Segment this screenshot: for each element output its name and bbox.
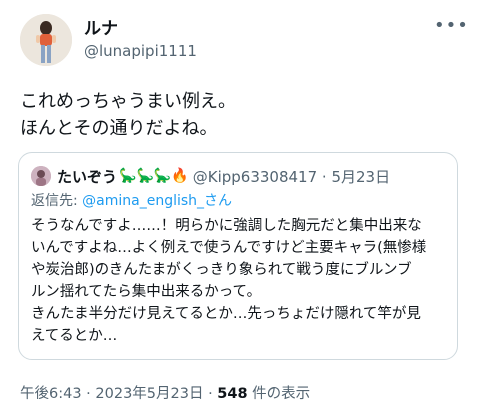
reply-mention: @amina_english_さん	[82, 193, 233, 209]
reply-to-line: 返信先: @amina_english_さん	[31, 191, 232, 211]
author-handle[interactable]: @lunapipi1111	[84, 40, 197, 62]
more-options-button[interactable]: •••	[434, 16, 468, 36]
quoted-tweet-text: そうなんですよ……！明らかに強調した胸元だと集中出来な いんですよね…よく例えで…	[31, 215, 447, 347]
quoted-line: そうなんですよ……！明らかに強調した胸元だと集中出来な	[31, 218, 422, 234]
tweet-metadata: 午後6:43 · 2023年5月23日 · 548 件の表示	[20, 384, 310, 404]
quoted-line: えてるとか…	[31, 328, 118, 344]
quoted-handle-date: @Kipp63308417 · 5月23日	[192, 167, 391, 186]
views-label: 件の表示	[247, 386, 311, 402]
more-horizontal-icon: •••	[434, 15, 469, 36]
view-count: 548	[217, 386, 248, 402]
tweet-line: ほんとその通りだよね。	[20, 118, 218, 139]
reply-prefix: 返信先:	[31, 193, 83, 209]
quoted-line: や炭治郎)のきんたまがくっきり象られて戦う度にブルンブ	[31, 262, 412, 278]
quoted-author-avatar	[31, 166, 51, 186]
quoted-author-emojis: 🦕🦕🦕🔥	[119, 168, 189, 184]
quoted-tweet-header: たいぞう 🦕🦕🦕🔥 @Kipp63308417 · 5月23日	[31, 165, 390, 187]
tweet-line: これめっちゃうまい例え。	[20, 91, 236, 112]
tweet-timestamp[interactable]: 午後6:43 · 2023年5月23日 ·	[20, 386, 217, 402]
author-display-name[interactable]: ルナ	[84, 18, 197, 40]
quoted-author-name: たいぞう	[57, 167, 118, 186]
quoted-line: きんたま半分だけ見えてるとか…先っちょだけ隠れて竿が見	[31, 306, 421, 322]
quoted-tweet-card[interactable]: たいぞう 🦕🦕🦕🔥 @Kipp63308417 · 5月23日 返信先: @am…	[18, 152, 458, 360]
tweet-text: これめっちゃうまい例え。 ほんとその通りだよね。	[20, 88, 460, 142]
author-info: ルナ @lunapipi1111	[84, 18, 197, 62]
quoted-line: ルン揺れてたら集中出来るかって。	[31, 284, 262, 300]
author-avatar[interactable]	[20, 14, 72, 66]
quoted-line: いんですよね…よく例えで使うんですけど主要キャラ(無惨様	[31, 240, 427, 256]
